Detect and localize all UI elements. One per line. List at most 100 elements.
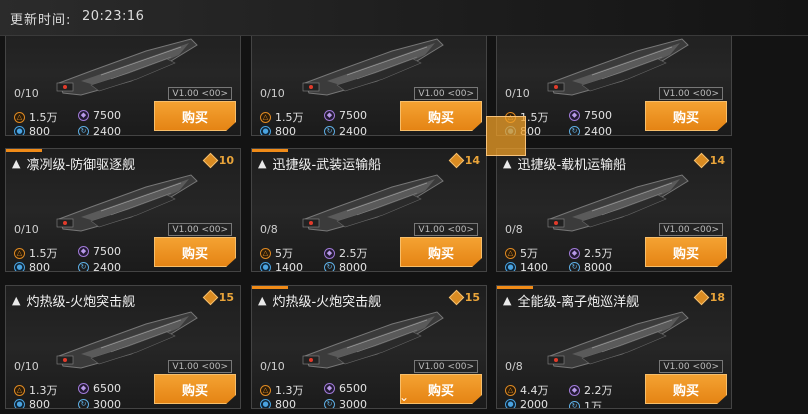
crystal-icon: ◆ (78, 246, 89, 257)
version-tag: V1.00 <00> (414, 223, 478, 236)
buy-button[interactable]: 购买 (154, 101, 236, 131)
energy-icon: ● (260, 399, 271, 408)
cost-crystal-value: 6500 (339, 382, 367, 395)
cost-crystal: ◆ 2.2万 (569, 382, 613, 398)
level-gem-icon (693, 289, 709, 306)
level-gem-icon (202, 152, 218, 169)
refresh-icon: ↻ (324, 126, 335, 135)
version-tag: V1.00 <00> (414, 360, 478, 373)
cost-metal-value: 4.4万 (520, 384, 549, 397)
cost-time: ↻ 2400 (78, 261, 121, 272)
ship-card[interactable]: ▲ 迅捷级-武装运输船 14 0/8 V1.00 <00> △ 5万 ◆ 2.5… (251, 148, 487, 272)
cost-metal: △ 5万 (260, 245, 293, 261)
ship-count: 0/8 (505, 360, 523, 373)
update-time-value: 20:23:16 (82, 9, 145, 24)
cost-energy-value: 1400 (275, 261, 303, 272)
cost-crystal: ◆ 2.5万 (569, 245, 613, 261)
metal-icon: △ (14, 247, 25, 259)
ship-card[interactable]: ▲ 凛冽级-防御驱逐舰 10 0/10 V1.00 <00> △ 1.5万 ◆ … (5, 148, 241, 272)
cost-list: △ 5万 ◆ 2.5万 ● 1400 ↻ 8000 (505, 241, 655, 272)
level-gem-icon (693, 152, 709, 169)
card-highlight-bar (497, 286, 533, 289)
cost-time: ↻ 2400 (324, 125, 367, 135)
cost-time: ↻ 8000 (569, 261, 612, 271)
buy-button[interactable]: 购买 (645, 374, 727, 404)
cost-list: △ 1.5万 ◆ 7500 ● 800 ↻ 2400 (260, 105, 410, 135)
ship-count: 0/10 (260, 360, 285, 373)
ship-card[interactable]: ▲ 灼热级-火炮突击舰 15 0/10 V1.00 <00> △ 1.3万 ◆ … (251, 285, 487, 409)
cost-metal-value: 1.5万 (29, 247, 58, 260)
cost-crystal: ◆ 2.5万 (324, 245, 368, 261)
ship-level: 15 (448, 289, 480, 306)
top-bar: 更新时间: 20:23:16 (0, 0, 808, 36)
cost-metal-value: 1.5万 (29, 111, 58, 124)
cost-metal-value: 1.5万 (275, 111, 304, 124)
ship-level-value: 14 (464, 154, 480, 167)
crystal-icon: ◆ (324, 383, 335, 394)
cost-time: ↻ 2400 (78, 125, 121, 135)
cost-metal: △ 1.3万 (260, 382, 304, 398)
cost-crystal-value: 7500 (93, 109, 121, 122)
cost-energy: ● 2000 (505, 398, 548, 408)
ship-count: 0/8 (505, 223, 523, 236)
ship-class-icon: ▲ (12, 156, 21, 170)
level-gem-icon (202, 289, 218, 306)
buy-button[interactable]: 购买 (645, 101, 727, 131)
crystal-icon: ◆ (324, 247, 335, 259)
cost-list: △ 1.3万 ◆ 6500 ● 800 ↻ 3000 (260, 378, 410, 408)
crystal-icon: ◆ (569, 110, 580, 121)
ship-card[interactable]: ▲ 全能级-离子炮巡洋舰 18 0/8 V1.00 <00> △ 4.4万 ◆ … (496, 285, 732, 409)
buy-button[interactable]: 购买 (400, 237, 482, 267)
cost-crystal: ◆ 7500 (569, 109, 612, 122)
energy-icon: ● (14, 126, 25, 135)
ship-class-icon: ▲ (503, 156, 512, 170)
cost-crystal-value: 6500 (93, 382, 121, 395)
ship-level: 14 (693, 152, 725, 169)
cost-energy: ● 800 (14, 261, 50, 271)
level-gem-icon (448, 152, 464, 169)
ship-card[interactable]: ▲ 灼热级-火炮突击舰 15 0/10 V1.00 <00> △ 1.3万 ◆ … (5, 285, 241, 409)
card-highlight-bar (252, 286, 288, 289)
cost-metal: △ 1.5万 (260, 109, 304, 125)
cost-energy-value: 1400 (520, 261, 548, 272)
level-gem-icon (448, 289, 464, 306)
energy-icon: ● (505, 262, 516, 271)
ship-card[interactable]: ▲ 迅捷级-载机运输船 14 0/8 V1.00 <00> △ 5万 ◆ 2.5… (496, 148, 732, 272)
ship-shop-grid: 0/10 V1.00 <00> △ 1.5万 ◆ 7500 ● 800 ↻ 24… (0, 0, 808, 414)
cost-metal: △ 1.5万 (14, 245, 58, 261)
refresh-icon: ↻ (324, 262, 335, 271)
buy-button[interactable]: 购买 (400, 101, 482, 131)
ship-level-value: 15 (218, 291, 234, 304)
cost-energy: ● 800 (260, 398, 296, 408)
ship-level: 10 (202, 152, 234, 169)
card-highlight-bar (252, 149, 288, 152)
cost-energy: ● 1400 (505, 261, 548, 272)
version-tag: V1.00 <00> (414, 87, 478, 100)
metal-icon: △ (14, 384, 25, 396)
cost-time-value: 2400 (93, 261, 121, 272)
ship-count: 0/10 (14, 87, 39, 100)
buy-button[interactable]: 购买 (154, 374, 236, 404)
energy-icon: ● (505, 399, 516, 408)
buy-button[interactable]: 购买 (154, 237, 236, 267)
refresh-icon: ↻ (569, 262, 580, 271)
cost-list: △ 1.3万 ◆ 6500 ● 800 ↻ 3000 (14, 378, 164, 408)
chevron-down-icon[interactable]: ⌄ (395, 390, 413, 404)
cost-time: ↻ 2400 (569, 125, 612, 135)
metal-icon: △ (14, 111, 25, 123)
cost-energy: ● 800 (14, 125, 50, 135)
version-tag: V1.00 <00> (659, 223, 723, 236)
cost-crystal: ◆ 7500 (78, 109, 121, 122)
cost-time: ↻ 1万 (569, 398, 602, 408)
metal-icon: △ (505, 384, 516, 396)
buy-button[interactable]: 购买 (645, 237, 727, 267)
update-time-label: 更新时间: (10, 13, 72, 28)
ship-level-value: 15 (464, 291, 480, 304)
cost-crystal-value: 7500 (339, 109, 367, 122)
ship-level: 15 (202, 289, 234, 306)
metal-icon: △ (260, 111, 271, 123)
card-highlight-bar (6, 149, 42, 152)
metal-icon: △ (260, 247, 271, 259)
ship-class-icon: ▲ (258, 156, 267, 170)
ship-level-value: 18 (709, 291, 725, 304)
